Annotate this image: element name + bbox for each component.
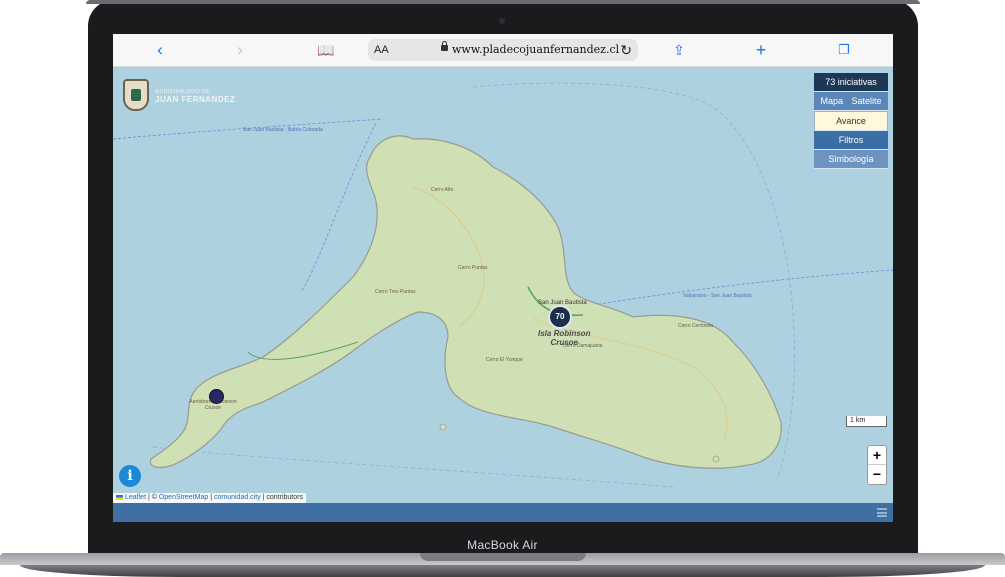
logo-name: JUAN FERNANDEZ: [155, 95, 236, 104]
shield-icon: [123, 79, 149, 111]
control-panel: 73 iniciativas Mapa Satelite Avance Filt…: [814, 73, 888, 169]
zoom-in-button[interactable]: +: [868, 446, 886, 465]
peak-label-3: Cerro Tres Puntas: [375, 289, 416, 295]
address-bar[interactable]: AA www.pladecojuanfernandez.cl ↻: [368, 39, 638, 61]
tabs-icon[interactable]: ❐: [831, 38, 857, 62]
map-layer-button[interactable]: Mapa: [820, 96, 843, 106]
device-label: MacBook Air: [467, 538, 538, 552]
laptop-notch: [420, 553, 586, 561]
osm-link[interactable]: OpenStreetMap: [159, 494, 208, 501]
bottom-bar: [113, 503, 893, 522]
avance-button[interactable]: Avance: [814, 111, 888, 131]
islet-2: [712, 455, 720, 463]
initiatives-cluster-marker[interactable]: 70: [548, 305, 572, 329]
info-icon[interactable]: i: [119, 465, 141, 487]
island-name-line1: Isla Robinson: [538, 329, 591, 338]
ukraine-flag-icon: [116, 495, 123, 500]
island-name-line2: Crusoe: [550, 338, 578, 347]
peak-label-4: Cerro Centinela: [678, 323, 714, 329]
route-label: San Juan Bautista - Bahía Colorada: [243, 127, 323, 133]
back-icon[interactable]: ‹: [147, 38, 173, 62]
new-tab-icon[interactable]: +: [748, 38, 774, 62]
island-landmass: [149, 135, 782, 469]
zoom-out-button[interactable]: −: [868, 465, 886, 483]
scale-bar: 1 km: [846, 416, 887, 427]
satellite-layer-button[interactable]: Satelite: [852, 96, 882, 106]
reload-icon[interactable]: ↻: [620, 39, 632, 61]
peak-label-2: Cerro Puntas: [458, 265, 488, 271]
municipality-logo[interactable]: MUNICIPALIDAD DE JUAN FERNANDEZ: [123, 79, 243, 113]
camera-icon: [499, 18, 505, 24]
peak-label: Cerro Alto: [431, 187, 454, 193]
boundary-line-2: [152, 446, 674, 488]
map-basemap: [113, 82, 893, 488]
comunidad-link[interactable]: comunidad.city: [214, 494, 261, 501]
bookmarks-icon[interactable]: 📖: [313, 38, 339, 62]
attribution-sep-3: | contributors: [260, 494, 303, 501]
forward-icon[interactable]: ›: [227, 38, 253, 62]
leaflet-link[interactable]: Leaflet: [125, 494, 146, 501]
text-size-button[interactable]: AA: [374, 39, 389, 61]
route-line-3: [592, 269, 893, 306]
map-view[interactable]: MUNICIPALIDAD DE JUAN FERNANDEZ San Juan…: [113, 67, 893, 503]
route-label-2: Valparaíso - San Juan Bautista: [683, 293, 752, 299]
browser-toolbar: ‹ › 📖 AA www.pladecojuanfernandez.cl ↻ ⇪…: [113, 34, 893, 67]
filtros-button[interactable]: Filtros: [814, 131, 888, 150]
initiatives-count: 73 iniciativas: [814, 73, 888, 92]
url-text: www.pladecojuanfernandez.cl: [452, 43, 620, 56]
islet: [439, 423, 447, 431]
screen: ‹ › 📖 AA www.pladecojuanfernandez.cl ↻ ⇪…: [113, 34, 893, 522]
initiative-marker[interactable]: [209, 389, 224, 404]
island-name: Isla Robinson Crusoe: [538, 329, 590, 347]
simbologia-button[interactable]: Simbología: [814, 150, 888, 169]
map-attribution: Leaflet | © OpenStreetMap | comunidad.ci…: [113, 493, 306, 503]
lid-edge: [86, 0, 920, 4]
lock-icon: [441, 41, 448, 51]
basemap-switch: Mapa Satelite: [814, 92, 888, 111]
laptop-frame: ‹ › 📖 AA www.pladecojuanfernandez.cl ↻ ⇪…: [0, 0, 1005, 577]
menu-icon[interactable]: [877, 508, 887, 517]
peak-label-6: Cerro El Yunque: [486, 357, 523, 363]
attribution-sep-1: | ©: [146, 494, 159, 501]
share-icon[interactable]: ⇪: [666, 38, 692, 62]
laptop-base-bottom: [20, 565, 985, 577]
zoom-control: + −: [867, 445, 887, 485]
